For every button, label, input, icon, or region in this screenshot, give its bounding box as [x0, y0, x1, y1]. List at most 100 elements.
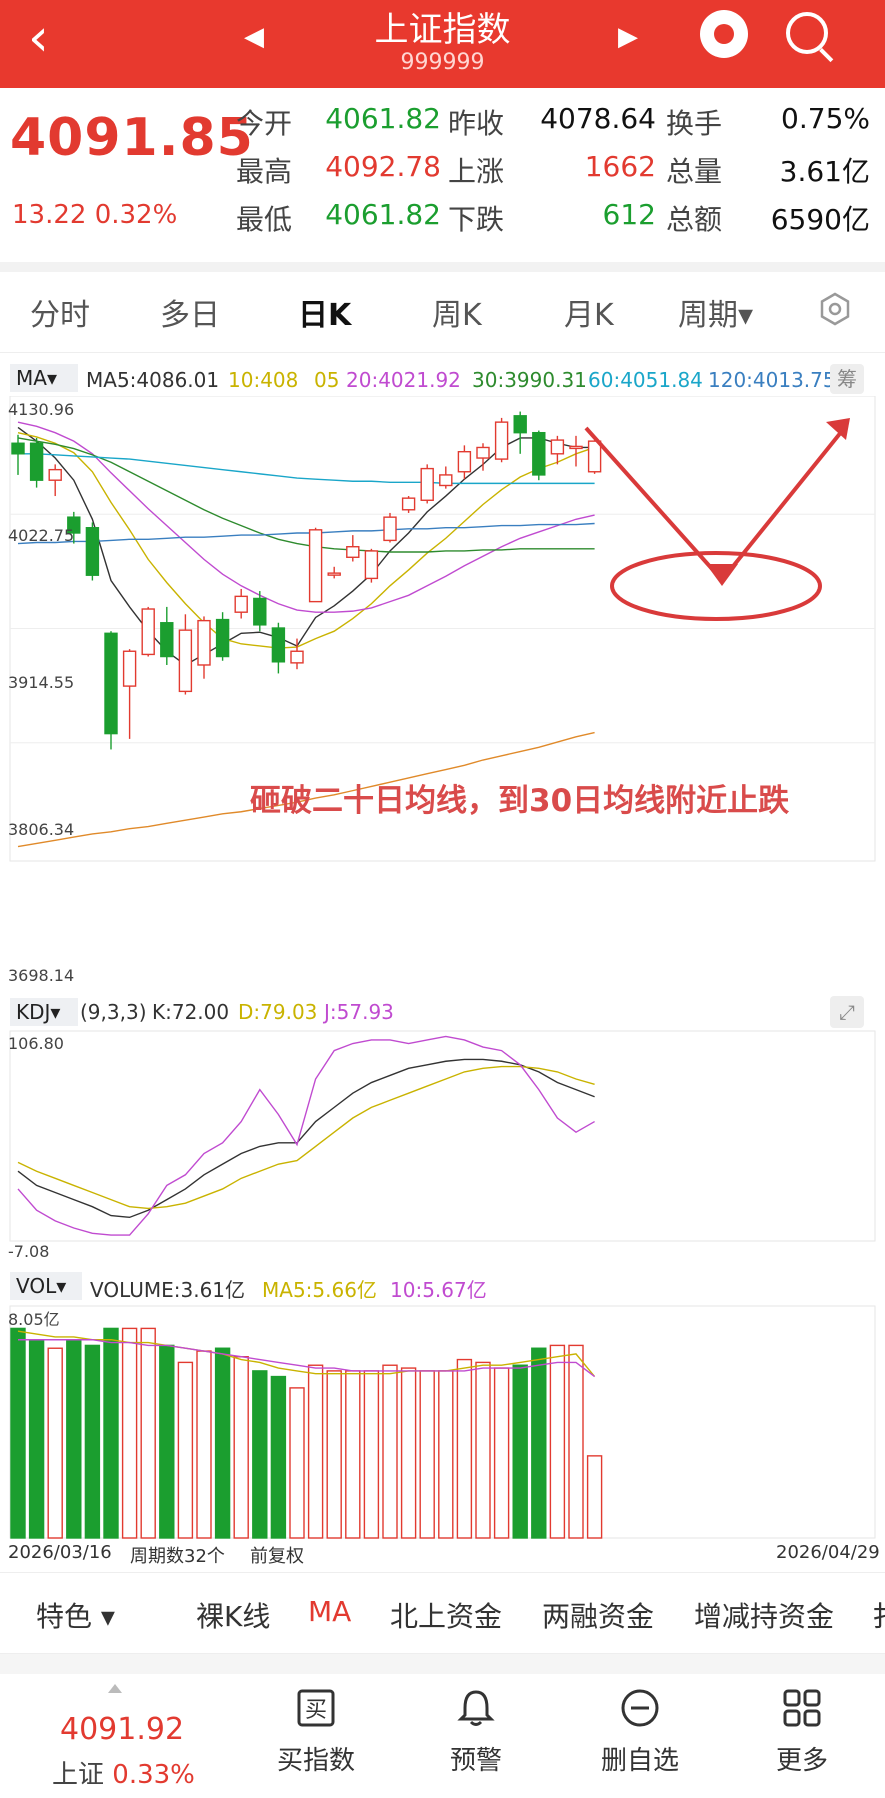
volume-bar — [252, 1370, 268, 1539]
price-change: 13.22 0.32% — [12, 200, 178, 230]
candle-body — [494, 421, 509, 460]
volume-bar — [400, 1367, 417, 1539]
volume-bar — [196, 1350, 212, 1539]
vol-values-line: VOLUME:3.61亿 MA5:5.66亿 10:5.67亿 — [0, 1270, 885, 1302]
triangle-right-icon[interactable]: ▶ — [618, 22, 638, 52]
feature-tab-0[interactable]: 特色 ▾ — [36, 1595, 115, 1635]
candle-body — [550, 439, 565, 455]
chart-annotation: 砸破二十日均线，到30日均线附近止跌 — [250, 783, 790, 819]
start-date: 2026/03/16 — [8, 1542, 112, 1563]
feature-tab-6[interactable]: 扌 — [872, 1595, 885, 1635]
ma-line-ma5 — [17, 426, 595, 666]
candle-body — [308, 529, 323, 603]
volume-bar — [493, 1367, 510, 1539]
settings-hex-icon[interactable] — [818, 292, 852, 326]
bottom-change: 上证 0.33% — [52, 1754, 195, 1791]
tab-3[interactable]: 周K — [432, 290, 482, 334]
volume-bar — [289, 1387, 305, 1539]
volume-bar — [270, 1375, 287, 1539]
ma-hidden-value: 05 — [314, 368, 340, 392]
volume-bar — [307, 1364, 324, 1539]
more-button[interactable]: 更多 — [742, 1688, 862, 1777]
search-icon[interactable] — [786, 12, 828, 54]
volume-bar — [177, 1361, 194, 1539]
ma60-value: 60:4051.84 — [588, 368, 703, 392]
volume-bar — [103, 1327, 119, 1539]
candle-body — [215, 618, 230, 658]
kdj-params: (9,3,3) — [80, 1000, 147, 1024]
volume-bar — [159, 1344, 175, 1539]
candle-body — [457, 450, 472, 473]
price-axis-4: 3806.34 — [8, 820, 75, 839]
alert-label: 预警 — [449, 1746, 502, 1776]
tab-4[interactable]: 月K — [564, 290, 614, 334]
quote-value: 4061.82 — [325, 102, 441, 135]
svg-text:买: 买 — [305, 1698, 327, 1723]
candle-body — [160, 622, 174, 658]
fq-mode[interactable]: 前复权 — [250, 1542, 304, 1568]
candle-body — [178, 629, 193, 693]
bottom-pct: 0.33% — [112, 1760, 195, 1790]
volume-bar — [438, 1370, 454, 1539]
buy-index-button[interactable]: 买 买指数 — [256, 1688, 376, 1777]
candle-body — [104, 632, 118, 735]
vol-volume: VOLUME:3.61亿 — [90, 1278, 246, 1302]
volume-bar — [586, 1455, 603, 1539]
tab-2[interactable]: 日K — [298, 290, 351, 334]
bell-icon — [457, 1690, 495, 1726]
kdj-d: D:79.03 — [238, 1000, 318, 1024]
annotation-arrow-path — [584, 424, 848, 584]
volume-bar — [363, 1370, 380, 1539]
volume-bar — [10, 1327, 26, 1539]
kdj-line-k — [17, 1058, 595, 1219]
quote-label: 总量 — [666, 155, 723, 188]
candle-body — [11, 442, 25, 455]
feature-tab-1[interactable]: 裸K线 — [196, 1595, 270, 1635]
kdj-j: J:57.93 — [324, 1000, 394, 1024]
page-title: 上证指数 — [374, 10, 511, 50]
buy-icon: 买 — [297, 1689, 335, 1727]
feature-tab-5[interactable]: 增减持资金 — [694, 1595, 834, 1635]
feature-tab-4[interactable]: 两融资金 — [542, 1595, 654, 1635]
expand-icon[interactable]: ⤢ — [830, 996, 864, 1028]
divider — [0, 262, 885, 272]
feature-tab-3[interactable]: 北上资金 — [390, 1595, 502, 1635]
candlestick-chart[interactable] — [0, 396, 885, 1571]
quote-value: 612 — [602, 198, 656, 231]
buy-index-label: 买指数 — [276, 1746, 355, 1776]
candle-body — [476, 446, 490, 459]
vol-ma10: 10:5.67亿 — [390, 1278, 487, 1302]
quote-value: 4078.64 — [540, 102, 656, 135]
ma10-value: 10:408 — [228, 368, 299, 392]
kdj-values-line: (9,3,3) K:72.00 D:79.03 J:57.93 — [0, 996, 885, 1028]
volume-bar — [419, 1370, 435, 1539]
tab-0[interactable]: 分时 — [30, 290, 90, 334]
vol-axis-top: 8.05亿 — [8, 1310, 60, 1329]
expand-up-icon[interactable] — [108, 1684, 122, 1693]
ma-values-line: MA5:4086.01 10:408 05 20:4021.92 30:3990… — [0, 360, 885, 396]
tab-1[interactable]: 多日 — [160, 290, 220, 334]
kdj-line-d — [17, 1065, 595, 1210]
feature-tab-2[interactable]: MA — [308, 1595, 351, 1628]
end-date: 2026/04/29 — [776, 1542, 880, 1563]
mascot-icon[interactable] — [700, 10, 748, 58]
tab-5[interactable]: 周期▾ — [678, 290, 753, 334]
candle-body — [271, 627, 286, 663]
period-tabs: 分时 多日 日K 周K 月K 周期▾ — [0, 272, 885, 353]
volume-bar — [326, 1370, 342, 1539]
remove-watchlist-button[interactable]: 删自选 — [580, 1688, 700, 1777]
candle-body — [383, 516, 397, 542]
chip-distribution-button[interactable]: 筹 — [830, 364, 864, 394]
quote-value: 4061.82 — [325, 198, 441, 231]
volume-bar — [512, 1364, 528, 1539]
quote-row: 最高 4092.78 上涨 1662 总量 3.61亿 — [236, 150, 876, 190]
candle-body — [587, 440, 602, 473]
volume-bar — [47, 1347, 63, 1539]
quote-row: 今开 4061.82 昨收 4078.64 换手 0.75% — [236, 102, 876, 142]
alert-button[interactable]: 预警 — [416, 1688, 536, 1777]
volume-bar — [382, 1364, 398, 1539]
annotation-arrowhead-down — [706, 564, 738, 586]
quote-value: 6590亿 — [770, 203, 870, 236]
quote-label: 上涨 — [448, 155, 505, 188]
quote-panel: 4091.85 13.22 0.32% 今开 4061.82 昨收 4078.64 换手… — [0, 88, 885, 260]
